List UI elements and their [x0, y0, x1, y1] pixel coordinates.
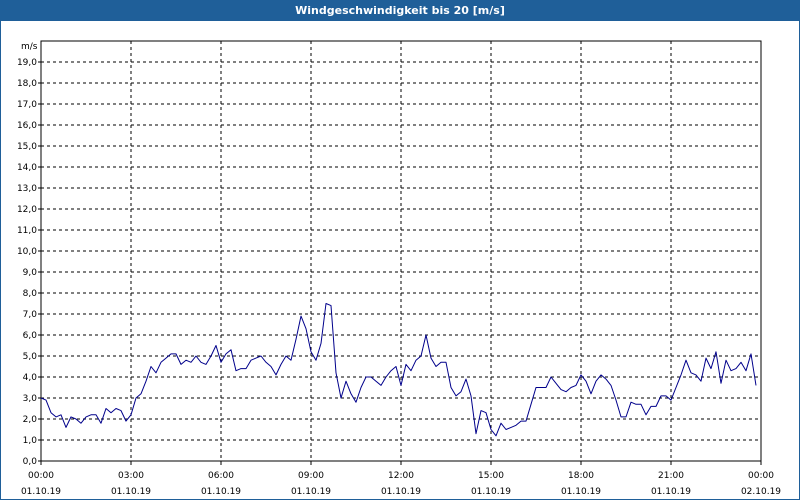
x-tick-date-label: 01.10.19 — [291, 487, 331, 497]
y-tick-label: 11,0 — [17, 226, 37, 236]
y-tick-label: 4,0 — [23, 373, 38, 383]
grid — [41, 41, 761, 461]
wind-speed-series-line — [40, 303, 757, 437]
y-tick-label: 1,0 — [23, 436, 38, 446]
y-tick-label: 17,0 — [17, 100, 37, 110]
x-tick-date-label: 01.10.19 — [111, 487, 151, 497]
y-tick-label: 14,0 — [17, 163, 37, 173]
axes — [38, 40, 762, 465]
x-tick-time-label: 09:00 — [298, 471, 324, 481]
y-tick-label: 12,0 — [17, 205, 37, 215]
series — [40, 303, 757, 437]
y-tick-label: 18,0 — [17, 79, 37, 89]
wind-speed-chart: m/s 0,0 1,0 2,0 3,0 4,0 5,0 6,0 7,0 8,0 9,0 10,0 11… — [17, 40, 781, 497]
chart-window: Windgeschwindigkeit bis 20 [m/s] m/s 0,0… — [0, 0, 800, 500]
x-tick-date-label: 01.10.19 — [561, 487, 601, 497]
y-tick-label: 16,0 — [17, 121, 37, 131]
y-axis-unit-label: m/s — [21, 42, 38, 52]
y-tick-label: 6,0 — [23, 331, 38, 341]
y-tick-label: 13,0 — [17, 184, 37, 194]
x-tick-time-label: 18:00 — [568, 471, 594, 481]
x-tick-time-label: 12:00 — [388, 471, 414, 481]
x-tick-time-label: 21:00 — [658, 471, 684, 481]
y-tick-label: 8,0 — [23, 289, 38, 299]
x-tick-time-label: 03:00 — [118, 471, 144, 481]
x-tick-date-label: 01.10.19 — [21, 487, 61, 497]
x-tick-date-label: 01.10.19 — [471, 487, 511, 497]
x-tick-date-label: 01.10.19 — [381, 487, 421, 497]
x-tick-date-label: 02.10.19 — [741, 487, 781, 497]
y-tick-label: 9,0 — [23, 268, 38, 278]
x-tick-time-label: 15:00 — [478, 471, 504, 481]
x-tick-time-label: 00:00 — [28, 471, 54, 481]
y-tick-label: 7,0 — [23, 310, 38, 320]
x-tick-time-label: 00:00 — [748, 471, 774, 481]
y-tick-label: 19,0 — [17, 58, 37, 68]
y-tick-label: 3,0 — [23, 394, 38, 404]
y-tick-label: 5,0 — [23, 352, 38, 362]
x-tick-time-label: 06:00 — [208, 471, 234, 481]
x-tick-labels: 00:00 01.10.19 03:00 01.10.19 06:00 01.10.19 0… — [21, 471, 781, 497]
y-tick-labels: 0,0 1,0 2,0 3,0 4,0 5,0 6,0 7,0 8,0 9,0 10,0 11,0 12… — [17, 58, 37, 467]
y-tick-label: 15,0 — [17, 142, 37, 152]
y-tick-label: 0,0 — [23, 457, 38, 467]
x-tick-date-label: 01.10.19 — [651, 487, 691, 497]
x-tick-date-label: 01.10.19 — [201, 487, 241, 497]
y-tick-label: 10,0 — [17, 247, 37, 257]
y-tick-label: 2,0 — [23, 415, 38, 425]
